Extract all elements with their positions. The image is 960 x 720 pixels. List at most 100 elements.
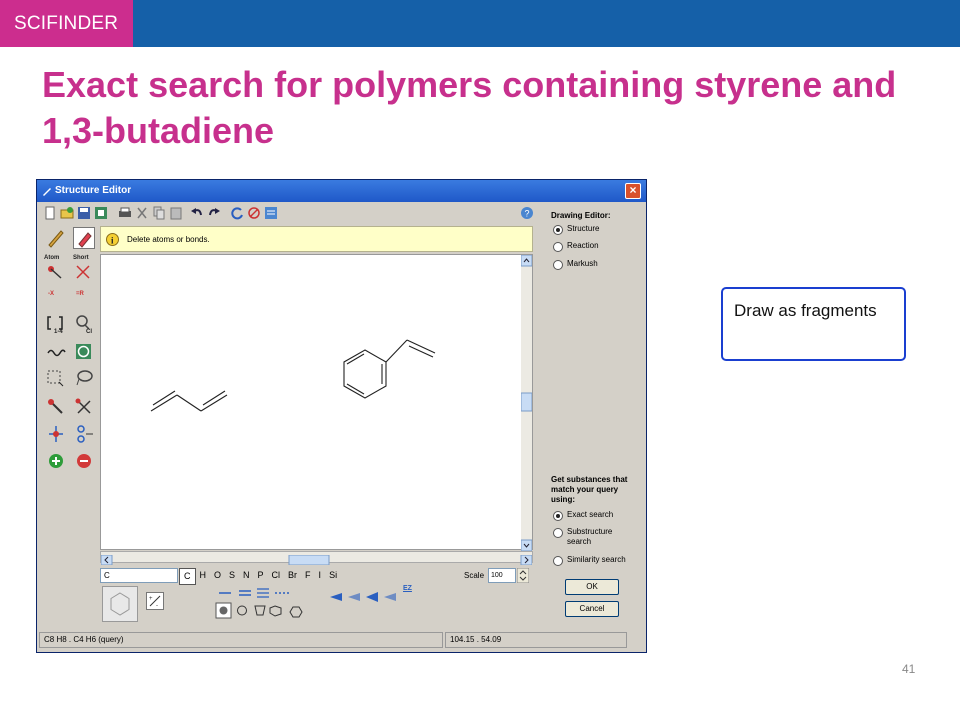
window-titlebar[interactable]: Structure Editor × [37,180,646,202]
drawing-canvas[interactable] [100,254,533,550]
rectangle-select-tool[interactable] [45,368,67,390]
element-palette-area: C C H O S N P Cl Br F I Si Scale 100 +- [100,565,533,630]
page-title: Exact search for polymers containing sty… [42,64,897,151]
new-file-icon[interactable] [43,206,57,220]
element-carbon-button[interactable]: C [179,568,196,585]
reaction-mode-radio[interactable]: Reaction [553,241,599,252]
ring-shapes-icon [237,605,303,618]
scale-spinner-icon[interactable] [517,568,529,583]
window-title: Structure Editor [55,185,132,196]
markush-mode-radio[interactable]: Markush [553,259,598,270]
svg-text:?: ? [525,209,530,219]
butadiene-fragment [150,390,228,412]
minus-circle-icon [77,454,91,468]
radio-icon [553,260,563,270]
atom-icon [48,266,62,279]
help-icon[interactable]: ? [520,206,534,220]
element-phosphorus-button[interactable]: P [254,568,268,583]
eraser-tool[interactable] [73,227,95,249]
scale-input[interactable]: 100 [488,568,516,583]
paste-icon[interactable] [169,206,183,220]
brand-logo: SCIFINDER [0,0,133,47]
repeat-range-label: 1-4 [54,329,63,335]
element-bromine-button[interactable]: Br [284,568,301,583]
canvas-horizontal-scrollbar[interactable] [100,551,533,566]
element-silicon-button[interactable]: Si [325,568,341,583]
molecule-drawing [150,339,436,412]
draw-as-fragments-callout: Draw as fragments [721,287,906,361]
atom-tool[interactable] [45,262,67,284]
zoom-out-tool[interactable] [73,450,95,472]
atom-attach-tool[interactable] [45,423,67,445]
pencil-tool[interactable] [45,227,67,249]
undo-icon[interactable] [190,206,204,220]
cancel-button[interactable]: Cancel [565,601,619,617]
element-input[interactable]: C [100,568,178,583]
scale-label: Scale [464,571,485,580]
exact-search-radio[interactable]: Exact search [553,510,613,521]
template-icon[interactable] [264,206,278,220]
atom-detach-tool[interactable] [73,423,95,445]
structure-mode-radio[interactable]: Structure [553,224,599,235]
radio-icon [553,528,563,538]
element-sulfur-button[interactable]: S [225,568,239,583]
ring-template-preview[interactable] [102,586,138,622]
element-buttons: C H O S N P Cl Br F I Si [179,568,341,585]
similarity-search-radio[interactable]: Similarity search [553,555,626,566]
main-toolbar: ? [40,203,535,223]
element-oxygen-button[interactable]: O [210,568,225,583]
tool-hint-bar: i Delete atoms or bonds. [100,226,533,252]
element-iodine-button[interactable]: I [315,568,326,583]
element-nitrogen-button[interactable]: N [239,568,254,583]
hexagon-template-icon [110,592,130,616]
atom-tool-label: Atom [44,255,60,261]
zoom-in-tool[interactable] [45,450,67,472]
chain-icon [47,349,66,357]
pencil-icon [48,230,64,248]
open-icon[interactable] [60,206,74,220]
shortcut-tool[interactable] [73,262,95,284]
element-hydrogen-button[interactable]: H [196,568,211,583]
detach-icon [77,425,93,443]
ring-icon [76,344,91,359]
eraser-icon [78,232,92,248]
selected-ring-icon [215,602,232,619]
variable-tool[interactable] [45,287,67,309]
similarity-search-label: Similarity search [567,555,626,564]
close-button[interactable]: × [625,183,641,199]
save-icon[interactable] [77,206,91,220]
cut-icon[interactable] [135,206,149,220]
ring-tool[interactable] [73,341,95,363]
r-group-tool[interactable] [73,287,95,309]
element-fluorine-button[interactable]: F [301,568,315,583]
status-bar: C8 H8 . C4 H6 (query) 104.15 . 54.09 [39,631,644,650]
shortcut-icon [76,265,90,279]
import-icon[interactable] [94,206,108,220]
substructure-search-radio[interactable]: Substructure search [553,527,633,547]
bond-and-ring-palette[interactable] [215,585,310,625]
scissors-icon [75,398,91,414]
svg-text:+: + [149,596,153,602]
lasso-icon [76,370,93,386]
refresh-icon[interactable] [230,206,244,220]
copy-icon[interactable] [152,206,166,220]
coordinates-status: 104.15 . 54.09 [445,632,627,648]
select-box-icon [47,370,64,387]
header-bar [0,0,960,47]
canvas-vertical-scrollbar[interactable] [520,254,533,552]
lasso-select-tool[interactable] [73,368,95,390]
ok-button[interactable]: OK [565,579,619,595]
bond-cut-tool[interactable] [73,396,95,418]
clear-icon[interactable] [247,206,261,220]
element-chlorine-button[interactable]: Cl [268,568,285,583]
chain-tool[interactable] [45,341,67,363]
page-number: 41 [902,662,916,676]
ez-bond-button[interactable]: EZ [403,585,412,592]
stereo-bond-icons [330,592,396,602]
redo-icon[interactable] [207,206,221,220]
charge-button[interactable]: + - [146,592,164,610]
plus-circle-icon [49,454,63,468]
left-tool-palette: Atom Short -X =R 1-4 Cl [40,225,98,630]
bond-select-tool[interactable] [45,396,67,418]
print-icon[interactable] [118,206,132,220]
